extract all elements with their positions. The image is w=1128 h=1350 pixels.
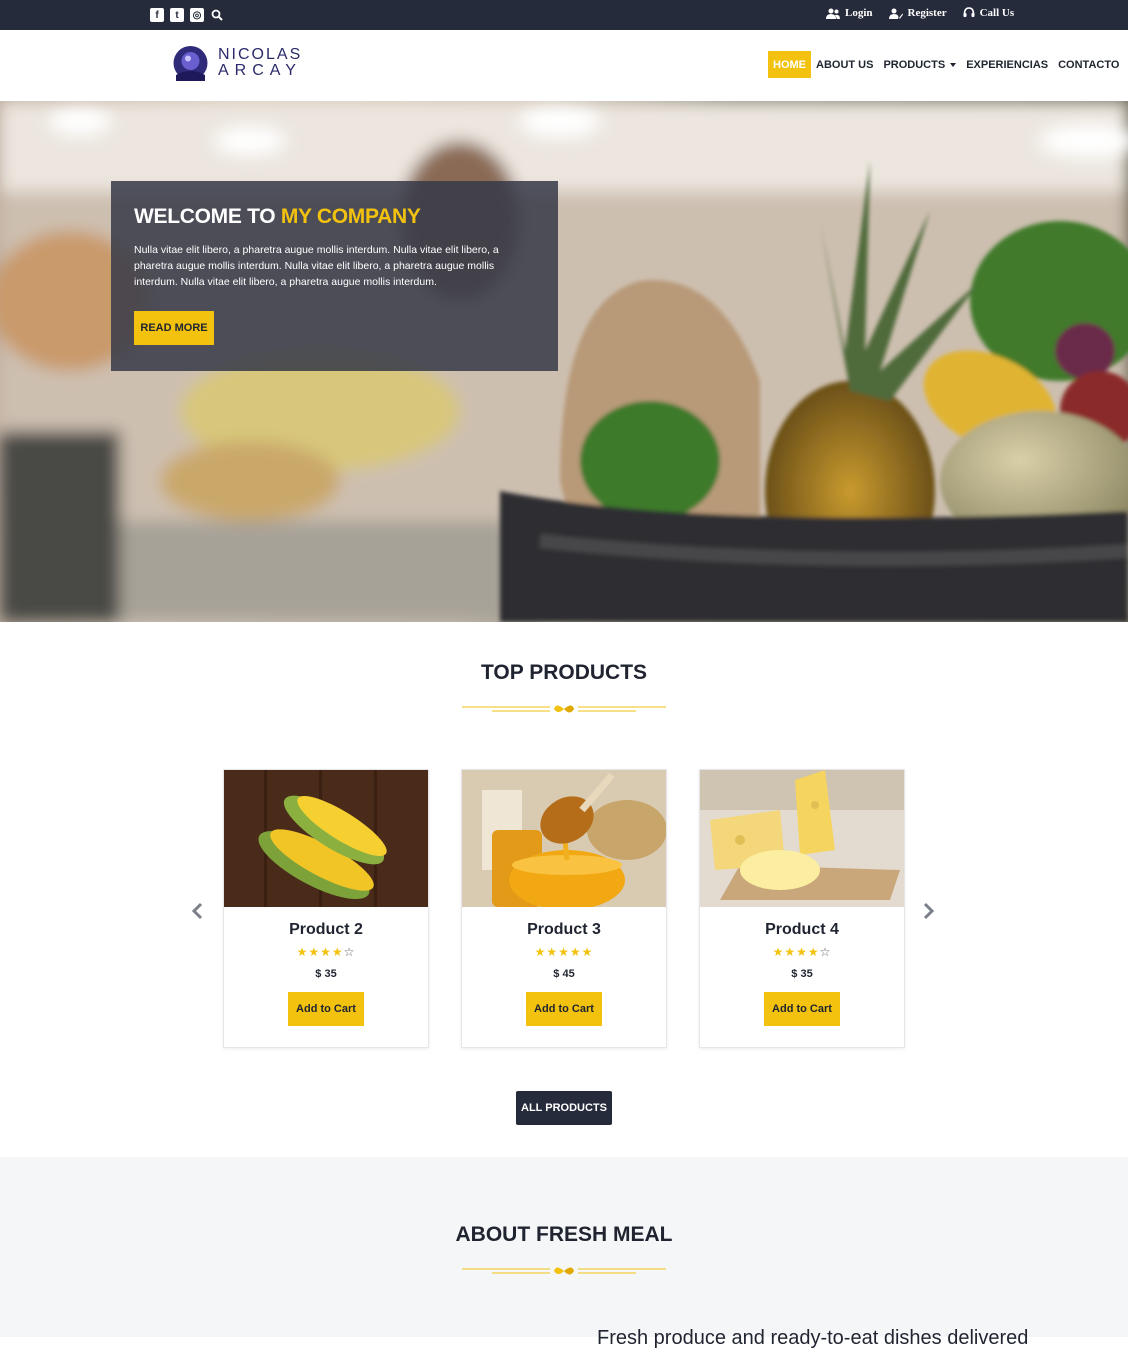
hero-banner: WELCOME TO MY COMPANY Nulla vitae elit l… (0, 101, 1128, 622)
logo-line-2: ARCAY (218, 62, 302, 79)
read-more-button[interactable]: READ MORE (134, 311, 214, 345)
register-label: Register (907, 7, 947, 19)
twitter-icon[interactable]: t (170, 8, 184, 22)
carousel-next-icon[interactable] (920, 902, 936, 920)
product-rating: ★★★★☆ (296, 945, 356, 959)
product-image-honey[interactable] (462, 770, 666, 907)
hero-title-part-1: WELCOME TO (134, 205, 276, 228)
product-price: $ 35 (315, 968, 337, 980)
hero-caption: WELCOME TO MY COMPANY Nulla vitae elit l… (111, 181, 558, 371)
account-links: Login Register Call Us (826, 7, 1014, 19)
user-edit-icon (888, 8, 903, 19)
leaf-divider-icon (462, 705, 666, 713)
top-products-title: TOP PRODUCTS (480, 661, 648, 684)
astronaut-logo-icon (173, 46, 208, 81)
main-nav: HOME ABOUT US PRODUCTS EXPERIENCIAS CONT… (768, 51, 1124, 78)
call-us-link[interactable]: Call Us (963, 7, 1015, 19)
product-rating: ★★★★☆ (772, 945, 832, 959)
add-to-cart-button[interactable]: Add to Cart (764, 992, 840, 1026)
about-section (0, 1157, 1128, 1337)
logo-line-1: NICOLAS (218, 46, 303, 63)
product-card: Product 4 ★★★★☆ $ 35 Add to Cart (699, 769, 905, 1048)
product-name[interactable]: Product 2 (224, 921, 428, 939)
login-label: Login (845, 7, 873, 19)
facebook-icon[interactable]: f (150, 8, 164, 22)
search-icon[interactable] (210, 8, 224, 22)
social-links: f t ◎ (150, 8, 224, 22)
register-link[interactable]: Register (888, 7, 947, 19)
about-title: ABOUT FRESH MEAL (455, 1223, 673, 1246)
about-text: Fresh produce and ready-to-eat dishes de… (597, 1327, 1029, 1349)
nav-products-label: PRODUCTS (883, 58, 946, 71)
chevron-down-icon (950, 62, 957, 67)
hero-text: Nulla vitae elit libero, a pharetra augu… (134, 244, 499, 288)
product-name[interactable]: Product 4 (700, 921, 904, 939)
call-us-label: Call Us (979, 7, 1015, 19)
product-image-corn[interactable] (224, 770, 428, 907)
nav-experiencias[interactable]: EXPERIENCIAS (961, 51, 1053, 78)
product-card: Product 3 ★★★★★ $ 45 Add to Cart (461, 769, 667, 1048)
logo[interactable]: NICOLAS ARCAY (171, 45, 302, 81)
users-icon (826, 8, 840, 19)
product-price: $ 45 (553, 968, 575, 980)
nav-contacto[interactable]: CONTACTO (1053, 51, 1124, 78)
login-link[interactable]: Login (826, 7, 873, 19)
hero-title-part-2: MY COMPANY (280, 205, 421, 228)
add-to-cart-button[interactable]: Add to Cart (526, 992, 602, 1026)
instagram-icon[interactable]: ◎ (190, 8, 204, 22)
product-rating: ★★★★★ (534, 945, 594, 959)
nav-products[interactable]: PRODUCTS (878, 51, 961, 78)
nav-home[interactable]: HOME (768, 51, 811, 78)
product-image-cheese[interactable] (700, 770, 904, 907)
product-card: Product 2 ★★★★☆ $ 35 Add to Cart (223, 769, 429, 1048)
leaf-divider-icon (462, 1267, 666, 1275)
all-products-button[interactable]: ALL PRODUCTS (516, 1091, 612, 1125)
nav-about-us[interactable]: ABOUT US (811, 51, 878, 78)
add-to-cart-button[interactable]: Add to Cart (288, 992, 364, 1026)
product-name[interactable]: Product 3 (462, 921, 666, 939)
product-price: $ 35 (791, 968, 813, 980)
headset-icon (963, 7, 975, 17)
top-bar: f t ◎ Login Register Call Us (0, 0, 1128, 30)
hero-title: WELCOME TO MY COMPANY (134, 205, 535, 229)
carousel-prev-icon[interactable] (190, 902, 206, 920)
site-header: NICOLAS ARCAY HOME ABOUT US PRODUCTS EXP… (0, 30, 1128, 101)
